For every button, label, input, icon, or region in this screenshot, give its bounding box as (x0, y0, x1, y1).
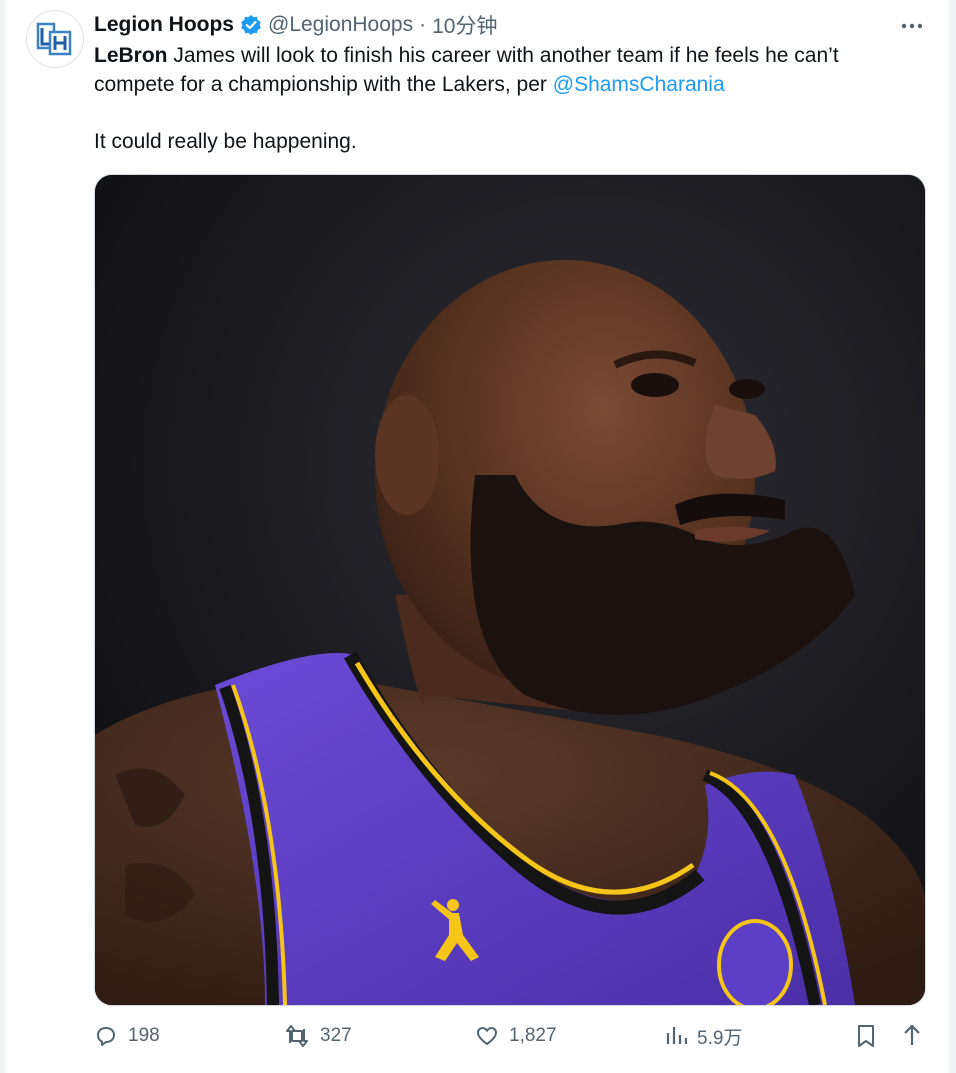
tweet-header: Legion Hoops @LegionHoops · 10分钟 (94, 10, 497, 40)
views-chart-icon (665, 1024, 687, 1048)
avatar[interactable] (26, 10, 84, 68)
share-button[interactable] (902, 1016, 922, 1056)
more-options-icon[interactable] (896, 14, 928, 38)
bookmark-button[interactable] (856, 1016, 876, 1056)
bookmark-icon (856, 1023, 876, 1049)
tweet-paragraph-1: LeBron James will look to finish his car… (94, 42, 924, 99)
display-name[interactable]: Legion Hoops (94, 13, 234, 37)
tweet-paragraph-2: It could really be happening. (94, 130, 357, 153)
verified-badge-icon (240, 14, 262, 36)
views-count: 5.9万 (697, 1027, 743, 1049)
like-button[interactable]: 1,827 (475, 1016, 557, 1056)
heart-icon (475, 1024, 499, 1048)
views-button[interactable]: 5.9万 (665, 1016, 742, 1056)
tweet-text-main: James will look to finish his career wit… (94, 44, 839, 96)
tweet-text-bold: LeBron (94, 44, 168, 67)
tweet-text: LeBron James will look to finish his car… (94, 42, 924, 157)
like-count: 1,827 (509, 1025, 557, 1046)
legion-hoops-logo (36, 22, 72, 56)
handle[interactable]: @LegionHoops (268, 13, 413, 37)
reply-count: 198 (128, 1025, 160, 1046)
retweet-icon (284, 1024, 310, 1048)
tweet-actions: 198 327 1,827 5.9万 (94, 1016, 944, 1056)
share-icon (902, 1023, 922, 1049)
retweet-count: 327 (320, 1025, 352, 1046)
separator-dot: · (419, 13, 427, 36)
player-photo (95, 175, 925, 1005)
timestamp[interactable]: 10分钟 (432, 10, 497, 40)
retweet-button[interactable]: 327 (284, 1016, 352, 1056)
mention-link[interactable]: @ShamsCharania (553, 73, 725, 96)
reply-icon (94, 1024, 118, 1048)
tweet-media-image[interactable] (94, 174, 926, 1006)
reply-button[interactable]: 198 (94, 1016, 160, 1056)
